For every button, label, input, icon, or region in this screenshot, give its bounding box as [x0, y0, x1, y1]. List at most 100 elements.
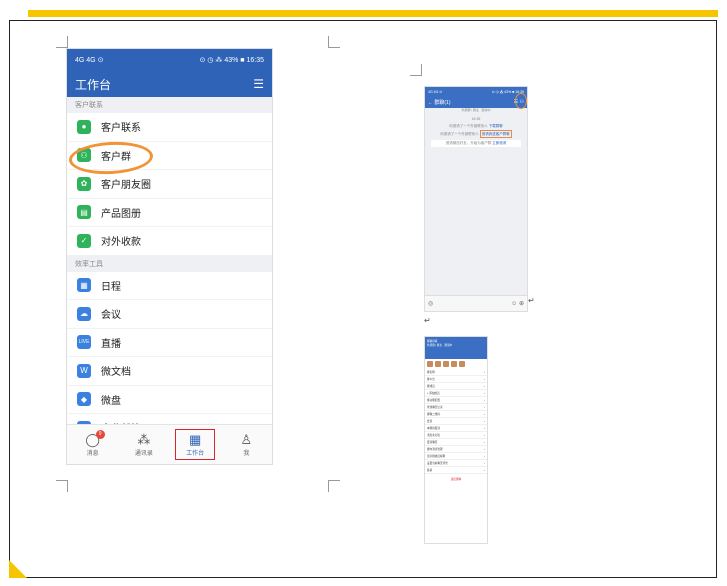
details-row-label: 本群的置顶 — [427, 427, 440, 430]
tab-message[interactable]: ◯ 消息 9 — [73, 430, 113, 457]
workbench-item[interactable]: ● 客户联系 — [67, 113, 272, 142]
tab-label: 工作台 — [186, 451, 205, 457]
details-row[interactable]: 置顶聊天 › — [425, 439, 487, 446]
emoji-plus-icon[interactable]: ☺ ⊕ — [511, 300, 524, 307]
details-row-label: + 添加成员 — [427, 392, 440, 395]
page-title: 工作台 — [75, 77, 112, 92]
details-row[interactable]: 投诉 › — [425, 467, 487, 474]
avatar[interactable] — [427, 361, 433, 367]
exit-group-button[interactable]: 退出群聊 — [425, 474, 487, 484]
system-link[interactable]: 邀请我进客户群聊 — [479, 130, 512, 138]
details-row-label: 显示群成员昵称 — [427, 455, 446, 458]
profile-icon: ♙ — [240, 432, 253, 447]
chevron-right-icon: › — [484, 468, 485, 472]
system-message: 你邀请了一个外部联系人 下载群聊 — [449, 124, 503, 128]
workbench-item[interactable]: ▦ 日程 — [67, 272, 272, 300]
workbench-item[interactable]: W 微文档 — [67, 357, 272, 386]
details-row[interactable]: 群成员 › — [425, 383, 487, 390]
chevron-right-icon: › — [484, 412, 485, 416]
drive-icon: ◆ — [77, 392, 91, 407]
workbench-item-label: 直播 — [101, 338, 121, 350]
details-subtitle: 外部群 | 群主 · 邀请中 — [427, 344, 453, 347]
details-row[interactable]: 群公告 › — [425, 376, 487, 383]
workbench-item-label: 产品图册 — [101, 208, 141, 220]
tab-contacts[interactable]: ⁂ 通讯录 — [124, 432, 164, 457]
tab-label: 消息 — [86, 451, 99, 457]
chevron-right-icon: › — [484, 398, 485, 402]
chevron-right-icon: › — [484, 461, 485, 465]
details-row-label: 消息免打扰 — [427, 434, 440, 437]
chevron-right-icon: › — [484, 447, 485, 451]
workbench-item-label: 日程 — [101, 281, 121, 293]
details-row-label: 置顶聊天 — [427, 441, 438, 444]
workbench-item-label: 客户朋友圈 — [101, 180, 151, 192]
status-right: ⊙ ◷ ⁂ 43% ■ 16:35 — [199, 57, 264, 64]
details-row-label: 会议 — [427, 420, 433, 423]
tab-label: 通讯录 — [134, 451, 153, 457]
workbench-screenshot: 4G 4G ⊙ ⊙ ◷ ⁂ 43% ■ 16:35 工作台 ☰ 客户联系 ● 客户联… — [66, 48, 273, 465]
paragraph-mark: ↵ — [424, 316, 431, 325]
chat-icon: ● — [77, 119, 91, 134]
header-accent-bar — [28, 10, 718, 17]
details-row[interactable]: 群功能配置 › — [425, 397, 487, 404]
member-avatars — [425, 359, 487, 369]
avatar[interactable] — [451, 361, 457, 367]
avatar[interactable] — [443, 361, 449, 367]
crop-mark — [56, 480, 68, 492]
tab-workbench[interactable]: ▦ 工作台 — [175, 429, 216, 460]
chevron-right-icon: › — [484, 391, 485, 395]
details-row[interactable]: 显示群成员昵称 › — [425, 453, 487, 460]
details-row[interactable]: 本群的置顶 › — [425, 425, 487, 432]
workbench-item-label: 对外收款 — [101, 237, 141, 249]
system-message: 你邀请了一个外部联系人 邀请我进客户群聊 — [440, 130, 512, 138]
details-row[interactable]: 设置当前聊天背景 › — [425, 460, 487, 467]
workbench-item[interactable]: ◆ 微盘 — [67, 386, 272, 414]
paragraph-mark: ↵ — [528, 296, 535, 305]
details-row[interactable]: 群名称 › — [425, 369, 487, 376]
chevron-right-icon: › — [484, 377, 485, 381]
workbench-item[interactable]: ✓ 对外收款 — [67, 227, 272, 256]
details-row-label: 群内消息管理 — [427, 448, 443, 451]
details-row[interactable]: 消息免打扰 › — [425, 432, 487, 439]
workbench-item[interactable]: ✿ 客户朋友圈 — [67, 170, 272, 199]
avatar[interactable] — [435, 361, 441, 367]
crop-mark — [410, 64, 422, 76]
details-row[interactable]: 群内消息管理 › — [425, 446, 487, 453]
chevron-right-icon: › — [484, 433, 485, 437]
avatar[interactable] — [459, 361, 465, 367]
voice-icon[interactable]: ◎ — [428, 300, 433, 307]
catalog-icon: ▤ — [77, 205, 91, 220]
details-row[interactable]: 会议 › — [425, 418, 487, 425]
details-row-label: 查找聊天记录 — [427, 406, 443, 409]
workbench-item[interactable]: ▤ 产品图册 — [67, 199, 272, 227]
workbench-item[interactable]: LIVE 直播 — [67, 329, 272, 357]
details-row[interactable]: 群聊二维码 › — [425, 411, 487, 418]
workbench-item[interactable]: ☁ 会议 — [67, 300, 272, 329]
system-link[interactable]: 下载群聊 — [489, 124, 503, 128]
chat-title[interactable]: ← 群聊(1) — [428, 99, 451, 106]
details-row-label: 群功能配置 — [427, 399, 440, 402]
corner-accent — [9, 560, 27, 578]
crop-mark — [328, 36, 340, 48]
chevron-right-icon: › — [484, 454, 485, 458]
details-row-label: 群公告 — [427, 378, 435, 381]
live-icon: LIVE — [77, 335, 91, 350]
details-row[interactable]: 查找聊天记录 › — [425, 404, 487, 411]
chat-time: 16:35 — [471, 117, 481, 121]
workbench-item-label: 客户联系 — [101, 123, 141, 135]
system-link[interactable]: 立即邀请 — [492, 141, 506, 145]
status-left: 4G 4G ⊙ — [75, 57, 104, 64]
tab-profile[interactable]: ♙ 我 — [226, 432, 266, 457]
chat-input-bar[interactable]: ◎ ☺ ⊕ — [425, 295, 527, 311]
workbench-item-label: 会议 — [101, 310, 121, 322]
doc-icon: W — [77, 363, 91, 378]
section-label: 效率工具 — [67, 255, 272, 272]
details-list: 群名称 › 群公告 › 群成员 › + 添加成员 › 群功能配置 › 查找聊天记录 › 群聊二维码 › 会议… — [425, 369, 487, 474]
tab-bar: ◯ 消息 9 ⁂ 通讯录 ▦ 工作台 ♙ 我 — [67, 424, 272, 464]
workbench-icon: ▦ — [188, 432, 202, 447]
filter-menu-icon[interactable]: ☰ — [253, 77, 264, 91]
details-row[interactable]: + 添加成员 › — [425, 390, 487, 397]
details-row-label: 投诉 — [427, 469, 433, 472]
status-bar: 4G 4G ⊙ ⊙ ◷ ⁂ 43% ■ 16:35 — [67, 49, 272, 71]
details-row-label: 群聊二维码 — [427, 413, 440, 416]
